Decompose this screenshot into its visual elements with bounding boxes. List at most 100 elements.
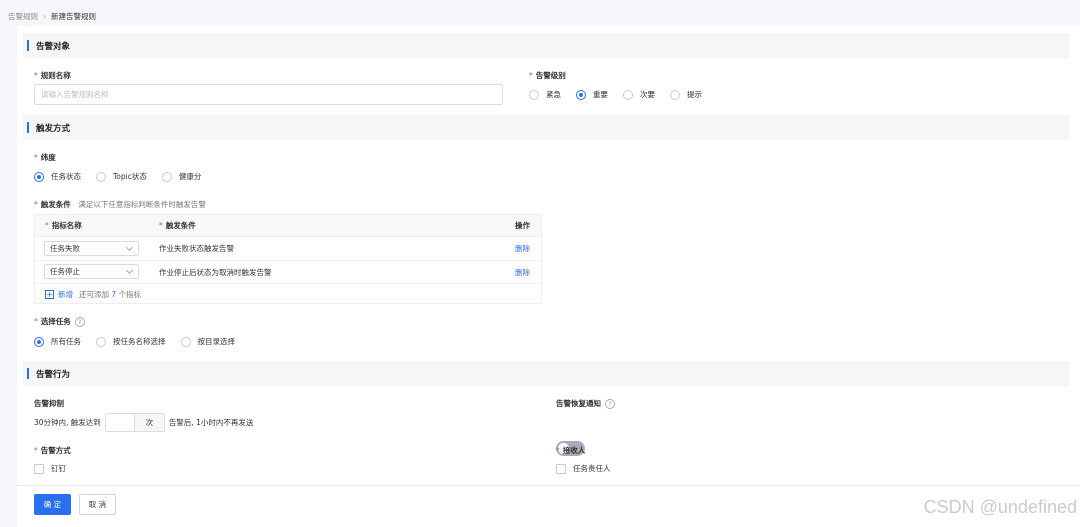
required-icon: * <box>529 71 533 80</box>
radio-all-tasks[interactable]: 所有任务 <box>34 336 81 347</box>
add-label: 新增 <box>58 289 73 299</box>
help-icon[interactable]: ? <box>74 316 85 327</box>
alert-level-radio-group: 紧急 重要 次要 提示 <box>529 89 717 100</box>
radio-label: 按任务名称选择 <box>113 337 166 346</box>
confirm-button[interactable]: 确 定 <box>34 494 71 515</box>
add-row: + 新增 还可添加 7 个指标 <box>35 283 541 304</box>
checkbox-label: 钉钉 <box>51 464 66 473</box>
receiver-label: * 接收人 <box>556 445 585 456</box>
radio-icon <box>161 171 172 182</box>
radio-label: Topic状态 <box>113 172 147 181</box>
suppress-row: 30分钟内, 触发达到 次 告警后, 1小时内不再发送 <box>34 413 253 432</box>
delete-link[interactable]: 删除 <box>515 267 530 278</box>
column-header-action: 操作 <box>515 221 530 230</box>
radio-icon <box>529 89 539 100</box>
radio-hint[interactable]: 提示 <box>670 89 702 100</box>
watermark: CSDN @undefined <box>923 497 1077 517</box>
radio-topic-status[interactable]: Topic状态 <box>96 171 147 182</box>
cancel-button[interactable]: 取 消 <box>79 494 116 515</box>
suppress-count-input[interactable] <box>105 414 134 431</box>
suppress-suffix: 告警后, 1小时内不再发送 <box>168 418 254 427</box>
label-text: 纬度 <box>40 153 56 162</box>
checkbox-icon <box>34 463 44 474</box>
breadcrumb-parent[interactable]: 告警规则 <box>8 11 38 22</box>
label-text: 触发条件 <box>40 200 71 209</box>
section-title: 告警对象 <box>36 41 71 52</box>
label-text: 选择任务 <box>40 317 71 326</box>
radio-icon <box>96 336 106 347</box>
section-header-target: 告警对象 <box>23 33 1070 58</box>
remaining-hint: 还可添加 7 个指标 <box>79 289 141 300</box>
select-value: 任务停止 <box>50 267 80 276</box>
radio-label: 任务状态 <box>51 172 81 181</box>
trigger-condition-table: * 指标名称 * 触发条件 操作 任务失败 作业失败状态触发告警 删除 任务停止 作… <box>34 214 542 304</box>
table-row: 任务失败 作业失败状态触发告警 删除 <box>35 236 541 260</box>
section-header-behavior: 告警行为 <box>23 361 1070 386</box>
suppress-unit: 次 <box>133 414 164 431</box>
radio-icon <box>180 336 191 347</box>
select-task-radio-group: 所有任务 按任务名称选择 按目录选择 <box>34 336 250 347</box>
radio-label: 次要 <box>640 90 655 99</box>
metric-select[interactable]: 任务停止 <box>44 264 139 279</box>
recovery-label: 告警恢复通知 ? <box>556 398 615 409</box>
rule-name-input[interactable]: 请输入告警规则名称 <box>34 84 503 105</box>
metric-select[interactable]: 任务失败 <box>44 241 139 256</box>
dimension-radio-group: 任务状态 Topic状态 健康分 <box>34 171 216 182</box>
checkbox-icon <box>556 463 566 474</box>
remaining-prefix: 还可添加 <box>79 289 109 299</box>
radio-selected-icon <box>34 336 44 347</box>
alert-method-label: * 告警方式 <box>34 445 71 456</box>
radio-label: 重要 <box>593 90 608 99</box>
chevron-down-icon <box>125 266 134 275</box>
header-text: 触发条件 <box>165 221 196 230</box>
column-header-condition: * 触发条件 <box>159 220 196 231</box>
trigger-condition-label: * 触发条件 满足以下任意指标判断条件时触发告警 <box>34 199 206 210</box>
radio-by-directory[interactable]: 按目录选择 <box>180 336 236 347</box>
required-icon: * <box>159 221 163 230</box>
select-task-label: * 选择任务 ? <box>34 316 85 327</box>
radio-icon <box>623 89 633 100</box>
label-text: 告警恢复通知 <box>556 399 601 408</box>
radio-label: 按目录选择 <box>197 337 236 346</box>
label-text: 接收人 <box>562 446 586 455</box>
remaining-count: 7 <box>111 289 117 299</box>
column-header-metric: * 指标名称 <box>45 220 82 231</box>
help-icon[interactable]: ? <box>605 398 615 409</box>
remaining-suffix: 个指标 <box>118 289 142 299</box>
required-icon: * <box>556 446 560 455</box>
label-text: 告警方式 <box>40 446 71 455</box>
radio-label: 紧急 <box>546 90 561 99</box>
checkbox-task-owner[interactable]: 任务责任人 <box>556 463 611 474</box>
add-metric-button[interactable]: + 新增 <box>45 289 73 300</box>
radio-icon <box>96 171 106 182</box>
radio-label: 所有任务 <box>51 337 81 346</box>
table-row: 任务停止 作业停止后状态为取消时触发告警 删除 <box>35 260 541 283</box>
breadcrumb-separator-icon: › <box>43 11 46 21</box>
radio-by-task-name[interactable]: 按任务名称选择 <box>96 336 166 347</box>
section-header-trigger: 触发方式 <box>23 115 1070 140</box>
radio-minor[interactable]: 次要 <box>623 89 655 100</box>
table-header: * 指标名称 * 触发条件 操作 <box>35 215 541 236</box>
label-text: 告警级别 <box>535 71 566 80</box>
checkbox-dingtalk[interactable]: 钉钉 <box>34 463 66 474</box>
suppress-label: 告警抑制 <box>34 399 64 408</box>
dimension-label: * 纬度 <box>34 152 56 163</box>
radio-task-status[interactable]: 任务状态 <box>34 171 81 182</box>
form-container: 告警对象 * 规则名称 请输入告警规则名称 * 告警级别 紧急 重要 次要 提示 触… <box>17 26 1080 527</box>
label-text: 规则名称 <box>40 71 71 80</box>
form-footer: 确 定 取 消 <box>17 485 1080 527</box>
required-icon: * <box>34 446 38 455</box>
condition-text: 作业停止后状态为取消时触发告警 <box>159 267 272 277</box>
select-value: 任务失败 <box>50 244 80 253</box>
required-icon: * <box>34 200 38 209</box>
alert-level-label: * 告警级别 <box>529 70 566 81</box>
radio-urgent[interactable]: 紧急 <box>529 89 561 100</box>
radio-important[interactable]: 重要 <box>576 89 608 100</box>
section-title: 告警行为 <box>36 369 71 380</box>
radio-selected-icon <box>576 89 586 100</box>
radio-label: 提示 <box>687 90 702 99</box>
delete-link[interactable]: 删除 <box>515 243 530 254</box>
breadcrumb-current: 新建告警规则 <box>51 11 96 21</box>
condition-text: 作业失败状态触发告警 <box>159 244 234 253</box>
radio-health-score[interactable]: 健康分 <box>161 171 201 182</box>
